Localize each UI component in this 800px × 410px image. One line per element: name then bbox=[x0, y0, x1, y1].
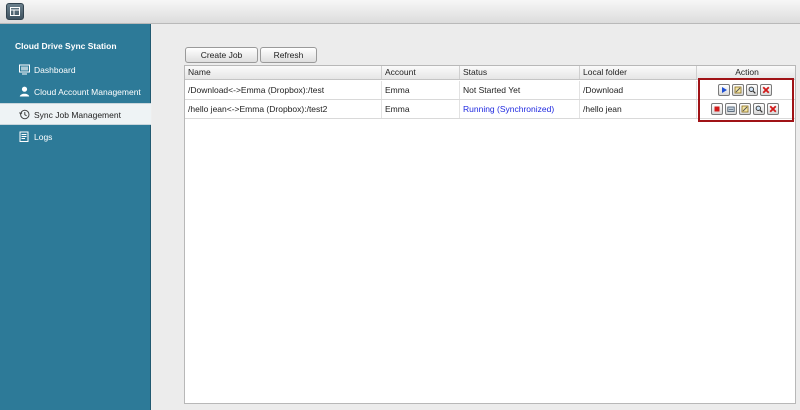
job-local-folder: /hello jean bbox=[580, 100, 697, 118]
menu-button[interactable] bbox=[6, 3, 24, 20]
sidebar-item-dashboard[interactable]: Dashboard bbox=[0, 59, 151, 81]
column-header-status[interactable]: Status bbox=[460, 66, 580, 79]
column-header-local-folder[interactable]: Local folder bbox=[580, 66, 697, 79]
sidebar-item-logs[interactable]: Logs bbox=[0, 126, 151, 148]
refresh-button[interactable]: Refresh bbox=[260, 47, 317, 63]
job-local-folder: /Download bbox=[580, 81, 697, 99]
job-status: Running (Synchronized) bbox=[460, 100, 580, 118]
app-title: Cloud Drive Sync Station bbox=[15, 41, 117, 51]
user-icon bbox=[19, 86, 30, 97]
sidebar-item-label: Sync Job Management bbox=[34, 110, 121, 120]
job-name: /Download<->Emma (Dropbox):/test bbox=[185, 81, 382, 99]
sidebar: Cloud Drive Sync Station Dashboard Cloud… bbox=[0, 24, 151, 410]
job-status: Not Started Yet bbox=[460, 81, 580, 99]
sidebar-item-cloud-account-management[interactable]: Cloud Account Management bbox=[0, 81, 151, 103]
sidebar-item-sync-job-management[interactable]: Sync Job Management bbox=[0, 103, 151, 125]
column-header-name[interactable]: Name bbox=[185, 66, 382, 79]
action-highlight-box bbox=[698, 78, 794, 122]
job-account: Emma bbox=[382, 81, 460, 99]
sidebar-item-label: Dashboard bbox=[34, 65, 76, 75]
monitor-icon bbox=[19, 64, 30, 75]
top-bar bbox=[0, 0, 800, 24]
history-icon bbox=[19, 109, 30, 120]
sidebar-item-label: Cloud Account Management bbox=[34, 87, 141, 97]
create-job-button[interactable]: Create Job bbox=[185, 47, 258, 63]
column-header-account[interactable]: Account bbox=[382, 66, 460, 79]
grid-menu-icon bbox=[10, 7, 20, 16]
sidebar-item-label: Logs bbox=[34, 132, 53, 142]
job-account: Emma bbox=[382, 100, 460, 118]
logs-icon bbox=[19, 131, 29, 142]
job-name: /hello jean<->Emma (Dropbox):/test2 bbox=[185, 100, 382, 118]
